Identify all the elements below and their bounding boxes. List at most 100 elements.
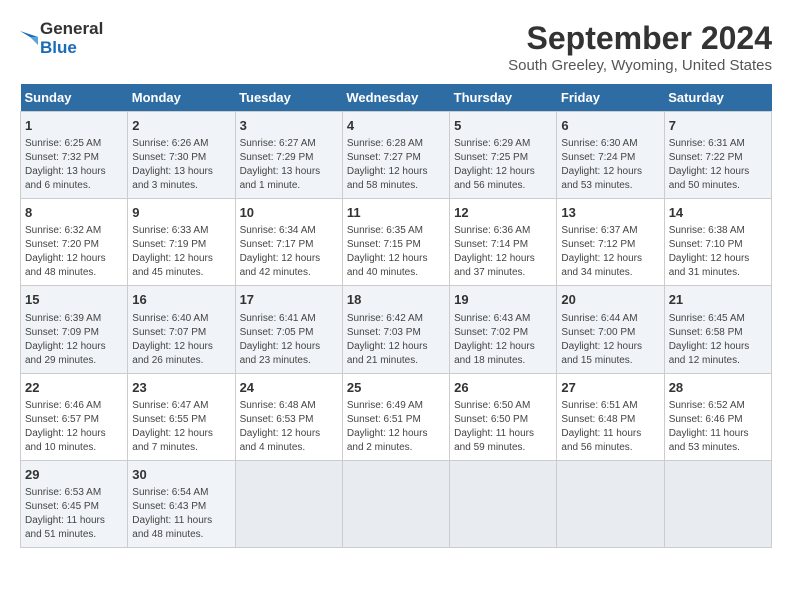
day-number: 5: [454, 117, 552, 135]
day-info: Sunset: 7:25 PM: [454, 151, 552, 165]
day-info: Daylight: 12 hours and 7 minutes.: [132, 427, 230, 455]
day-number: 25: [347, 379, 445, 397]
day-info: Sunset: 7:12 PM: [561, 238, 659, 252]
day-number: 9: [132, 204, 230, 222]
day-number: 20: [561, 291, 659, 309]
day-number: 22: [25, 379, 123, 397]
day-info: Sunrise: 6:38 AM: [669, 224, 767, 238]
day-number: 11: [347, 204, 445, 222]
day-info: Sunrise: 6:45 AM: [669, 312, 767, 326]
day-number: 23: [132, 379, 230, 397]
day-number: 29: [25, 466, 123, 484]
calendar-body: 1Sunrise: 6:25 AMSunset: 7:32 PMDaylight…: [21, 112, 772, 548]
day-info: Sunset: 7:09 PM: [25, 326, 123, 340]
table-row: [450, 460, 557, 547]
page-title: September 2024: [508, 20, 772, 57]
day-info: Daylight: 13 hours and 1 minute.: [240, 165, 338, 193]
day-info: Daylight: 11 hours and 59 minutes.: [454, 427, 552, 455]
day-number: 19: [454, 291, 552, 309]
table-row: 14Sunrise: 6:38 AMSunset: 7:10 PMDayligh…: [664, 199, 771, 286]
table-row: 6Sunrise: 6:30 AMSunset: 7:24 PMDaylight…: [557, 112, 664, 199]
day-number: 30: [132, 466, 230, 484]
day-number: 12: [454, 204, 552, 222]
day-info: Sunset: 6:45 PM: [25, 500, 123, 514]
day-info: Daylight: 11 hours and 48 minutes.: [132, 514, 230, 542]
day-info: Sunrise: 6:39 AM: [25, 312, 123, 326]
day-info: Daylight: 12 hours and 31 minutes.: [669, 252, 767, 280]
table-row: 21Sunrise: 6:45 AMSunset: 6:58 PMDayligh…: [664, 286, 771, 373]
day-info: Sunrise: 6:30 AM: [561, 137, 659, 151]
calendar-row: 8Sunrise: 6:32 AMSunset: 7:20 PMDaylight…: [21, 199, 772, 286]
day-info: Sunrise: 6:49 AM: [347, 399, 445, 413]
day-info: Sunrise: 6:26 AM: [132, 137, 230, 151]
day-info: Daylight: 12 hours and 58 minutes.: [347, 165, 445, 193]
day-info: Sunset: 6:53 PM: [240, 413, 338, 427]
logo: General Blue: [20, 20, 103, 57]
day-number: 6: [561, 117, 659, 135]
table-row: 9Sunrise: 6:33 AMSunset: 7:19 PMDaylight…: [128, 199, 235, 286]
day-info: Sunrise: 6:40 AM: [132, 312, 230, 326]
day-info: Daylight: 12 hours and 26 minutes.: [132, 340, 230, 368]
day-number: 18: [347, 291, 445, 309]
day-info: Sunset: 7:02 PM: [454, 326, 552, 340]
header-friday: Friday: [557, 84, 664, 112]
day-info: Sunrise: 6:50 AM: [454, 399, 552, 413]
table-row: 20Sunrise: 6:44 AMSunset: 7:00 PMDayligh…: [557, 286, 664, 373]
table-row: 13 Sunrise: 6:37 AMSunset: 7:12 PMDayligh…: [557, 199, 664, 286]
calendar-row: 15 Sunrise: 6:39 AMSunset: 7:09 PM Dayligh…: [21, 286, 772, 373]
table-row: 25Sunrise: 6:49 AMSunset: 6:51 PMDayligh…: [342, 373, 449, 460]
table-row: 16Sunrise: 6:40 AMSunset: 7:07 PMDayligh…: [128, 286, 235, 373]
day-info: Daylight: 12 hours and 42 minutes.: [240, 252, 338, 280]
table-row: 29Sunrise: 6:53 AMSunset: 6:45 PMDayligh…: [21, 460, 128, 547]
day-info: Daylight: 11 hours and 51 minutes.: [25, 514, 123, 542]
day-info: Sunrise: 6:46 AM: [25, 399, 123, 413]
day-info: Sunset: 7:20 PM: [25, 238, 123, 252]
day-info: Sunset: 7:14 PM: [454, 238, 552, 252]
day-info: Sunset: 7:15 PM: [347, 238, 445, 252]
calendar-header: Sunday Monday Tuesday Wednesday Thursday…: [21, 84, 772, 112]
table-row: 15Sunrise: 6:39 AMSunset: 7:09 PMDayligh…: [21, 286, 128, 373]
table-row: [235, 460, 342, 547]
day-info: Sunset: 7:32 PM: [25, 151, 123, 165]
day-info: Daylight: 12 hours and 48 minutes.: [25, 252, 123, 280]
table-row: 19Sunrise: 6:43 AMSunset: 7:02 PMDayligh…: [450, 286, 557, 373]
day-info: Sunrise: 6:52 AM: [669, 399, 767, 413]
day-info: Sunrise: 6:41 AM: [240, 312, 338, 326]
day-info: Daylight: 12 hours and 12 minutes.: [669, 340, 767, 368]
day-info: Daylight: 13 hours and 3 minutes.: [132, 165, 230, 193]
day-info: Sunset: 7:10 PM: [669, 238, 767, 252]
day-info: Sunrise: 6:48 AM: [240, 399, 338, 413]
day-info: Sunrise: 6:37 AM: [561, 224, 659, 238]
page-subtitle: South Greeley, Wyoming, United States: [508, 57, 772, 74]
table-row: 11Sunrise: 6:35 AMSunset: 7:15 PMDayligh…: [342, 199, 449, 286]
day-number: 21: [669, 291, 767, 309]
day-number: 13: [561, 204, 659, 222]
day-info: Sunrise: 6:51 AM: [561, 399, 659, 413]
day-number: 28: [669, 379, 767, 397]
day-info: Sunset: 7:17 PM: [240, 238, 338, 252]
calendar-table: Sunday Monday Tuesday Wednesday Thursday…: [20, 84, 772, 548]
day-info: Daylight: 11 hours and 56 minutes.: [561, 427, 659, 455]
table-row: 5Sunrise: 6:29 AMSunset: 7:25 PMDaylight…: [450, 112, 557, 199]
table-row: [664, 460, 771, 547]
day-info: Sunset: 6:43 PM: [132, 500, 230, 514]
day-info: Sunrise: 6:36 AM: [454, 224, 552, 238]
day-info: Sunrise: 6:27 AM: [240, 137, 338, 151]
header-row: Sunday Monday Tuesday Wednesday Thursday…: [21, 84, 772, 112]
day-info: Sunrise: 6:47 AM: [132, 399, 230, 413]
day-info: Sunrise: 6:29 AM: [454, 137, 552, 151]
day-info: Daylight: 11 hours and 53 minutes.: [669, 427, 767, 455]
day-info: Daylight: 12 hours and 37 minutes.: [454, 252, 552, 280]
day-number: 10: [240, 204, 338, 222]
day-info: Daylight: 12 hours and 10 minutes.: [25, 427, 123, 455]
day-number: 8: [25, 204, 123, 222]
calendar-row: 29Sunrise: 6:53 AMSunset: 6:45 PMDayligh…: [21, 460, 772, 547]
day-info: Daylight: 12 hours and 18 minutes.: [454, 340, 552, 368]
day-info: Daylight: 12 hours and 53 minutes.: [561, 165, 659, 193]
page-header: General Blue September 2024 South Greele…: [20, 20, 772, 74]
day-info: Daylight: 12 hours and 34 minutes.: [561, 252, 659, 280]
day-info: Sunset: 7:00 PM: [561, 326, 659, 340]
day-info: Sunset: 7:07 PM: [132, 326, 230, 340]
table-row: 1Sunrise: 6:25 AMSunset: 7:32 PMDaylight…: [21, 112, 128, 199]
day-number: 15: [25, 291, 123, 309]
